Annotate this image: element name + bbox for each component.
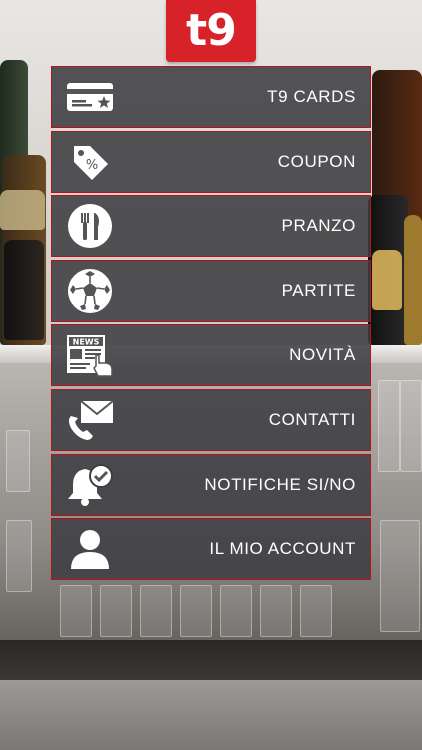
menu-item-t9-cards[interactable]: T9 CARDS <box>51 66 371 128</box>
news-icon: NEWS <box>64 332 116 378</box>
main-menu: T9 CARDS % COUPON PRANZO PARTITE NEWS NO… <box>51 66 371 583</box>
card-icon <box>64 74 116 120</box>
bell-check-icon <box>64 462 116 508</box>
brand-logo: t9 <box>166 0 256 62</box>
contact-icon <box>64 397 116 443</box>
menu-item-label: CONTATTI <box>268 409 356 429</box>
menu-item-label: PRANZO <box>281 216 356 236</box>
user-icon <box>64 526 116 572</box>
menu-item-novita[interactable]: NEWS NOVITÀ <box>51 324 371 387</box>
brand-logo-text: t9 <box>186 5 237 56</box>
cutlery-icon <box>64 203 116 249</box>
menu-item-label: COUPON <box>277 151 356 171</box>
soccer-ball-icon <box>64 268 116 314</box>
menu-item-label: NOVITÀ <box>289 345 356 365</box>
coupon-tag-icon: % <box>64 139 116 185</box>
menu-item-label: T9 CARDS <box>267 87 356 106</box>
menu-item-label: PARTITE <box>281 280 356 300</box>
menu-item-notifiche[interactable]: NOTIFICHE SI/NO <box>51 453 371 516</box>
menu-item-coupon[interactable]: % COUPON <box>51 130 371 193</box>
menu-item-partite[interactable]: PARTITE <box>51 259 371 322</box>
menu-item-contatti[interactable]: CONTATTI <box>51 388 371 451</box>
menu-item-account[interactable]: IL MIO ACCOUNT <box>51 518 371 581</box>
menu-item-label: IL MIO ACCOUNT <box>209 539 356 559</box>
menu-item-pranzo[interactable]: PRANZO <box>51 195 371 258</box>
menu-item-label: NOTIFICHE SI/NO <box>204 474 356 494</box>
coupon-percent-text: % <box>86 158 98 173</box>
news-icon-text: NEWS <box>73 338 100 347</box>
